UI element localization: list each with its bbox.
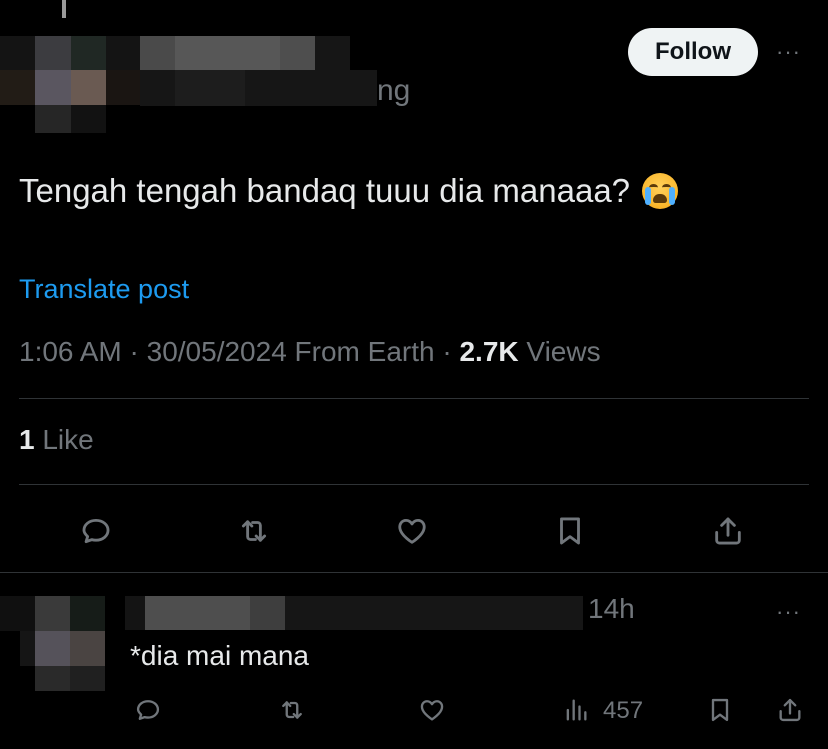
more-options-icon[interactable]: ··· bbox=[776, 39, 801, 65]
like-button[interactable] bbox=[392, 511, 432, 551]
reply-more-options-icon[interactable]: ··· bbox=[776, 599, 801, 625]
author-name-redacted[interactable] bbox=[140, 36, 377, 116]
like-label: Like bbox=[42, 424, 94, 455]
reply-retweet-button[interactable] bbox=[272, 690, 312, 730]
tweet-source: From Earth bbox=[294, 336, 435, 367]
retweet-icon bbox=[241, 520, 267, 542]
reply-text: *dia mai mana bbox=[130, 640, 309, 671]
author-avatar-redacted[interactable] bbox=[0, 0, 140, 135]
bookmark-icon bbox=[560, 517, 580, 545]
divider bbox=[19, 484, 809, 485]
tweet-text: Tengah tengah bandaq tuuu dia manaaa? bbox=[19, 172, 679, 210]
reply-bookmark-button[interactable] bbox=[700, 690, 740, 730]
translate-post-link[interactable]: Translate post bbox=[19, 274, 189, 305]
reply-button[interactable] bbox=[76, 511, 116, 551]
loudly-crying-face-icon bbox=[642, 173, 679, 209]
share-button[interactable] bbox=[708, 511, 748, 551]
bookmark-icon bbox=[711, 698, 729, 722]
views-count: 2.7K bbox=[459, 336, 519, 367]
reply-like-button[interactable] bbox=[412, 690, 452, 730]
heart-icon bbox=[398, 518, 426, 544]
share-icon bbox=[715, 517, 741, 545]
tweet-date[interactable]: 30/05/2024 bbox=[147, 336, 287, 367]
analytics-icon bbox=[566, 699, 587, 721]
divider bbox=[19, 398, 809, 399]
reply-icon bbox=[136, 700, 160, 720]
tweet-text-content: Tengah tengah bandaq tuuu dia manaaa? bbox=[19, 172, 631, 209]
heart-icon bbox=[420, 700, 444, 721]
reply-avatar-redacted[interactable] bbox=[0, 596, 110, 696]
reply-icon bbox=[82, 518, 110, 544]
share-icon bbox=[779, 698, 801, 722]
views-label: Views bbox=[526, 336, 601, 367]
tweet-meta: 1:06 AM · 30/05/2024 From Earth · 2.7K V… bbox=[19, 336, 601, 367]
retweet-icon bbox=[282, 701, 302, 719]
reply-share-button[interactable] bbox=[770, 690, 810, 730]
reply-author-redacted[interactable] bbox=[125, 596, 583, 636]
reply-views-button[interactable] bbox=[558, 690, 594, 730]
reply-views-count: 457 bbox=[603, 697, 644, 724]
likes-summary[interactable]: 1 Like bbox=[19, 424, 94, 456]
retweet-button[interactable] bbox=[234, 511, 274, 551]
like-count: 1 bbox=[19, 424, 35, 455]
bookmark-button[interactable] bbox=[550, 511, 590, 551]
divider bbox=[0, 572, 828, 573]
reply-reply-button[interactable] bbox=[128, 690, 168, 730]
author-handle: ng bbox=[377, 74, 411, 107]
follow-button[interactable]: Follow bbox=[628, 28, 758, 76]
reply-time[interactable]: 14h bbox=[588, 593, 635, 625]
tweet-time[interactable]: 1:06 AM bbox=[19, 336, 122, 367]
